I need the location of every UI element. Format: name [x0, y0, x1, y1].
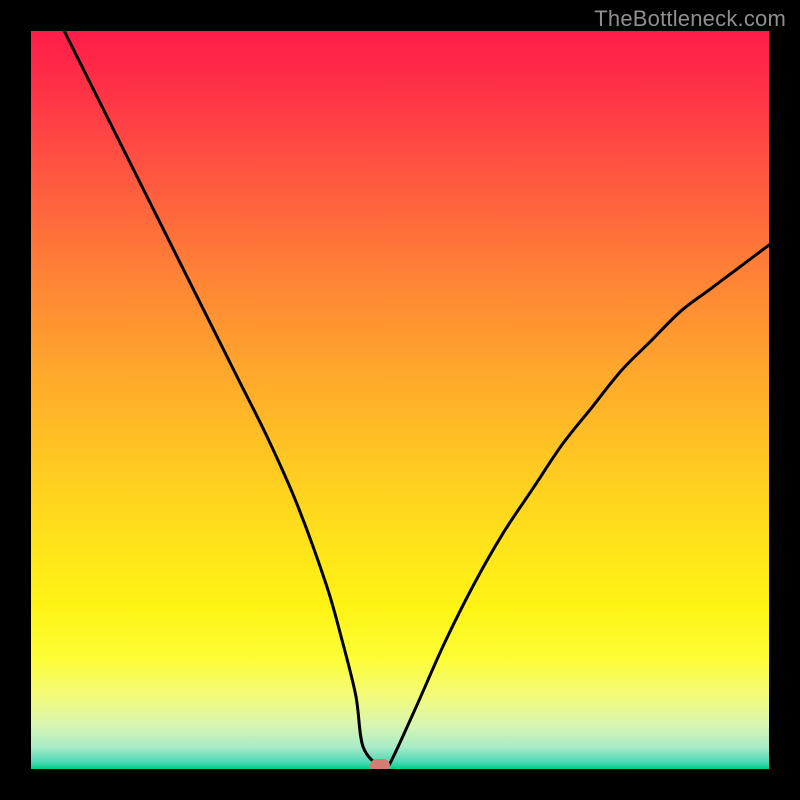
bottleneck-curve — [31, 31, 769, 769]
plot-area — [31, 31, 769, 769]
watermark-text: TheBottleneck.com — [594, 6, 786, 32]
optimal-point-marker — [370, 759, 390, 769]
chart-frame: TheBottleneck.com — [0, 0, 800, 800]
